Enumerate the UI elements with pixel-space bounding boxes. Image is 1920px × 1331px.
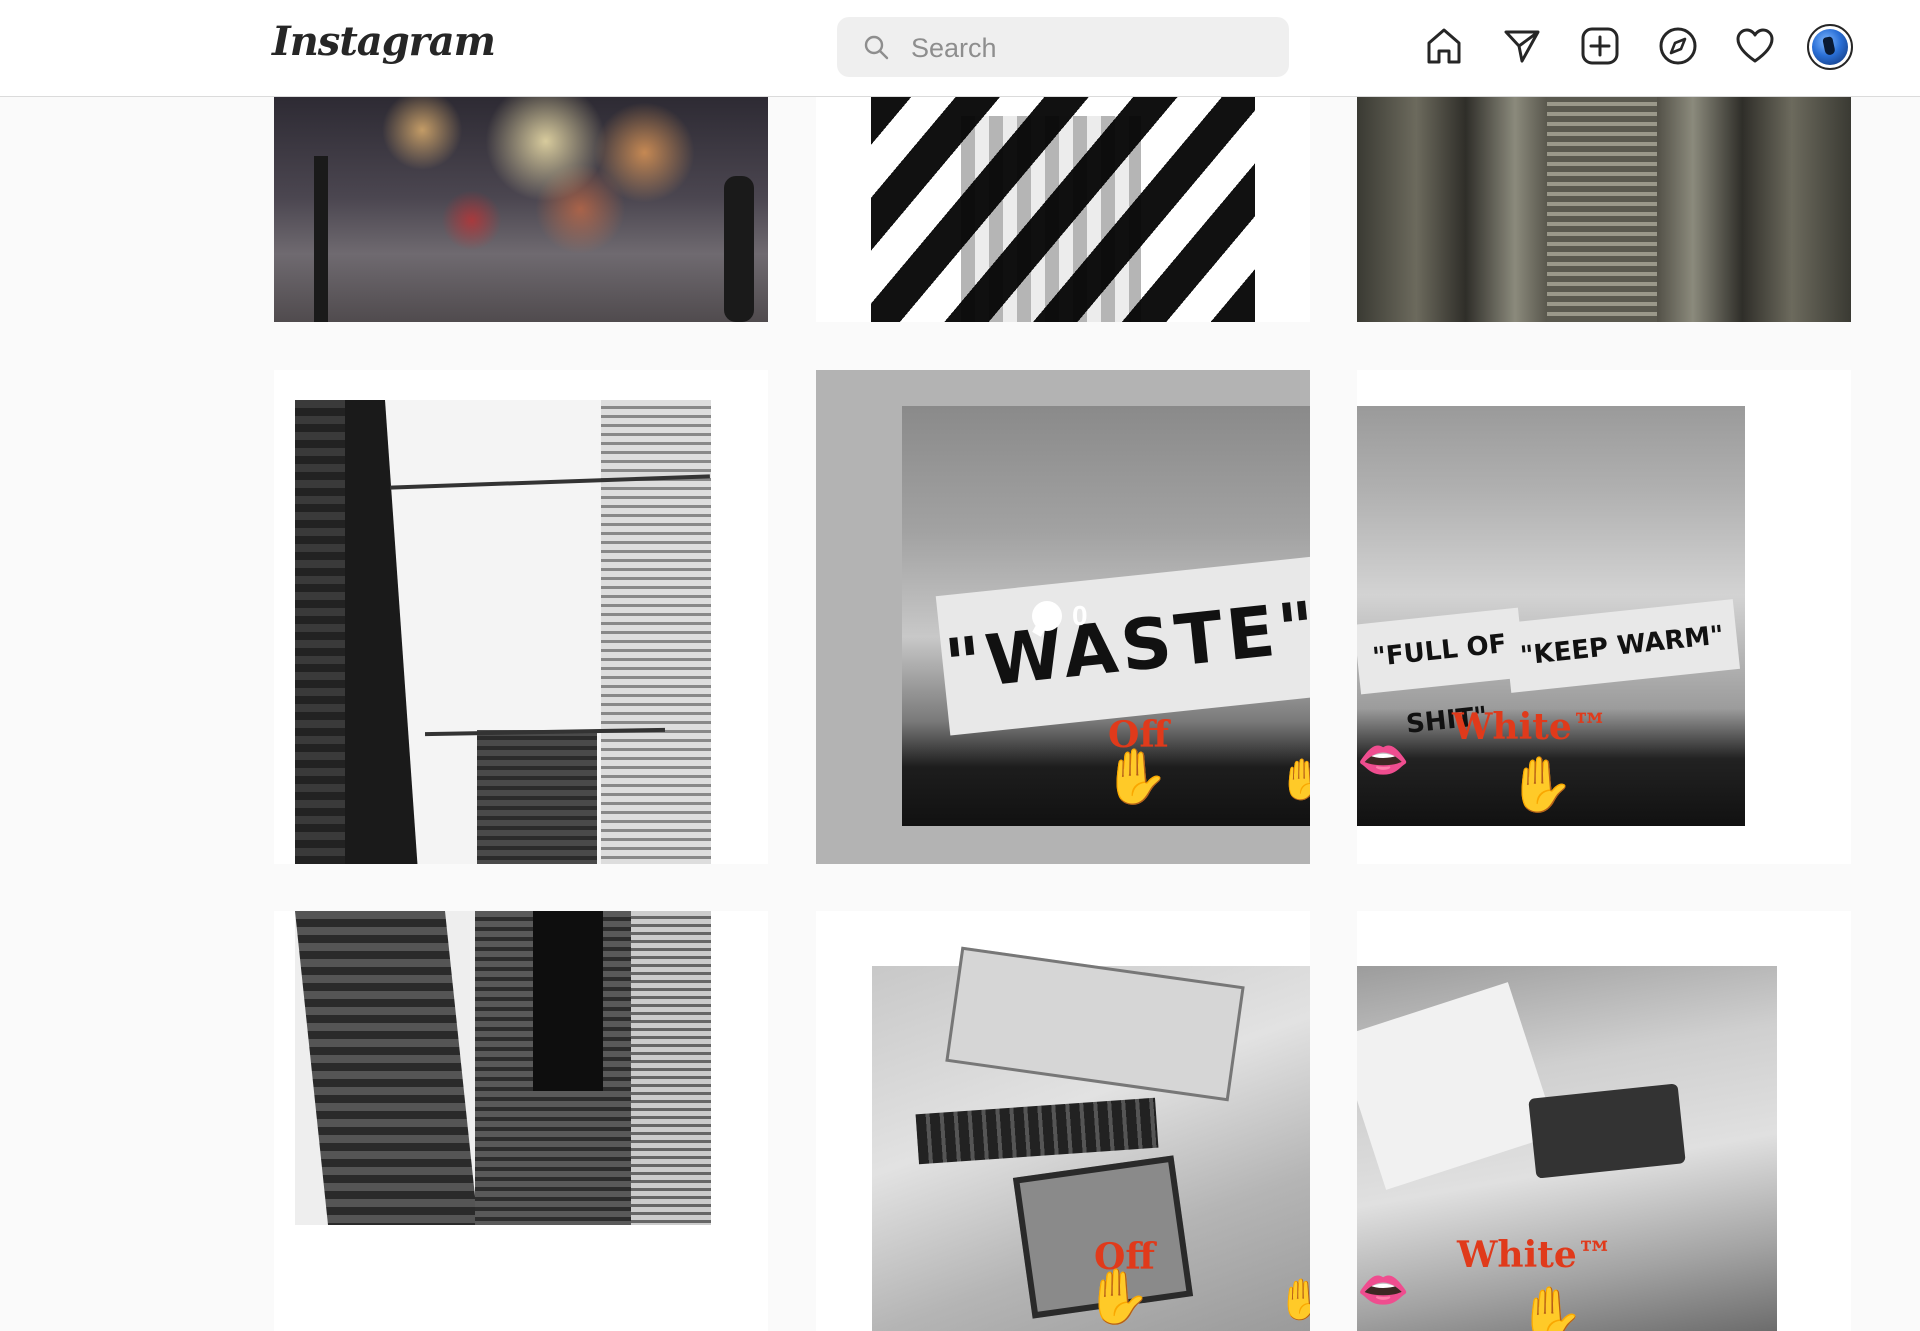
post-image-escalator: [1357, 96, 1851, 322]
hand-icon: ✋: [1084, 1267, 1152, 1327]
comment-bubble-icon: [1032, 601, 1062, 631]
search-input[interactable]: [909, 17, 1273, 79]
post-grid: "WASTE" Off ✋ ✋ 0 "FULL OF SHIT" "KEEP W…: [0, 0, 1920, 1331]
post-image-telephone: White™ 👄 ✋: [1357, 966, 1777, 1331]
instagram-logo[interactable]: Instagram: [272, 18, 496, 65]
search-icon: [863, 34, 889, 60]
post-image-keep-warm: "FULL OF SHIT" "KEEP WARM" White™ 👄 ✋: [1357, 406, 1745, 826]
post-image-striped-poster: [871, 96, 1255, 322]
sign-text: "WASTE": [935, 556, 1310, 736]
explore-icon[interactable]: [1657, 25, 1699, 67]
post-tile[interactable]: [274, 370, 768, 864]
post-tile[interactable]: [1357, 96, 1851, 322]
post-tile[interactable]: [816, 96, 1310, 322]
direct-icon[interactable]: [1501, 25, 1543, 67]
hand-icon: ✋: [1278, 758, 1310, 802]
comment-count: 0: [1072, 600, 1088, 631]
comment-count-overlay: 0: [1032, 600, 1088, 632]
post-image-building-bw: [295, 400, 711, 864]
post-image-waste-sign: "WASTE" Off ✋ ✋: [902, 406, 1310, 826]
hand-icon: ✋: [1507, 755, 1575, 815]
avatar-image: [1812, 29, 1848, 65]
post-tile[interactable]: Off ✋ ✋: [816, 911, 1310, 1331]
post-image-tower-bw: [295, 911, 711, 1225]
brand-text: White™: [1452, 706, 1608, 748]
search-box[interactable]: [837, 17, 1289, 79]
post-tile[interactable]: [274, 96, 768, 322]
new-post-icon[interactable]: [1579, 25, 1621, 67]
post-image-night-street: [274, 96, 768, 322]
brand-text: White™: [1457, 1234, 1613, 1276]
post-tile[interactable]: [274, 911, 768, 1331]
lips-icon: 👄: [1357, 1266, 1410, 1313]
activity-heart-icon[interactable]: [1734, 25, 1776, 67]
post-tile[interactable]: "FULL OF SHIT" "KEEP WARM" White™ 👄 ✋: [1357, 370, 1851, 864]
top-navigation-bar: Instagram: [0, 0, 1920, 97]
hand-icon: ✋: [1102, 747, 1170, 807]
post-image-desk-electronics: Off ✋ ✋: [872, 946, 1310, 1331]
post-tile[interactable]: White™ 👄 ✋: [1357, 911, 1851, 1331]
hand-icon: ✋: [1517, 1285, 1585, 1331]
sign-text: "KEEP WARM": [1503, 599, 1741, 693]
post-tile-hovered[interactable]: "WASTE" Off ✋ ✋ 0: [816, 370, 1310, 864]
lips-icon: 👄: [1357, 736, 1410, 783]
profile-avatar[interactable]: [1807, 24, 1853, 70]
hand-icon: ✋: [1277, 1278, 1310, 1322]
sign-text: "FULL OF SHIT": [1357, 607, 1526, 740]
home-icon[interactable]: [1423, 25, 1465, 67]
